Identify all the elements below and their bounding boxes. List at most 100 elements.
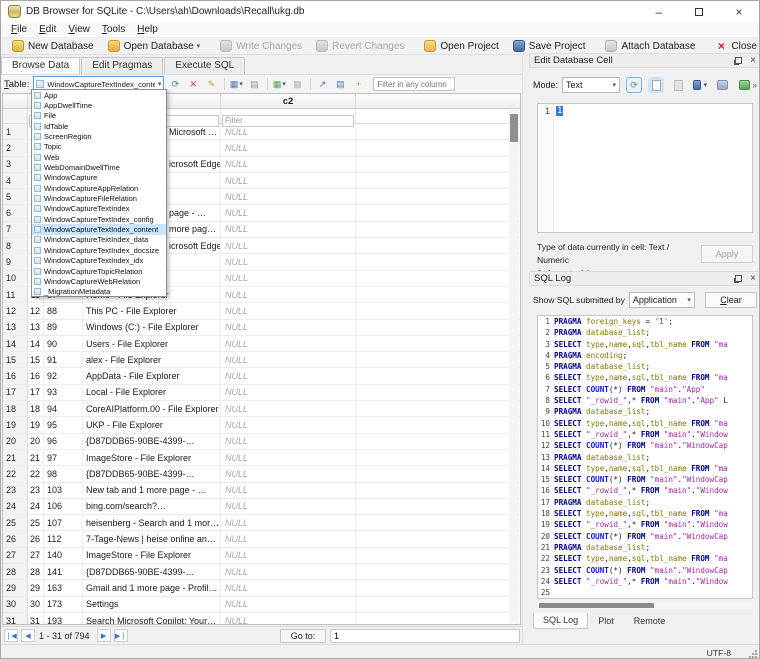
grid-cell[interactable]: Search Microsoft Copilot: Your…	[83, 613, 221, 625]
grid-cell[interactable]: CoreAIPlatform.00 - File Explorer	[83, 401, 221, 416]
next-page-button[interactable]: ▶	[97, 629, 111, 642]
grid-cell[interactable]: NULL	[221, 205, 356, 220]
grid-cell[interactable]: 92	[44, 368, 83, 383]
row-number[interactable]: 30	[3, 597, 28, 612]
row-number[interactable]: 28	[3, 564, 28, 579]
close-button[interactable]: ×	[719, 1, 759, 22]
refresh-icon[interactable]: ⟳	[168, 77, 182, 91]
grid-cell[interactable]: 28	[28, 564, 44, 579]
grid-cell[interactable]: {D87DDB65-90BE-4399-…	[83, 564, 221, 579]
grid-cell[interactable]: ImageStore - File Explorer	[83, 450, 221, 465]
grid-cell[interactable]: AppData - File Explorer	[83, 368, 221, 383]
first-page-button[interactable]: ❘◀	[4, 629, 18, 642]
grid-cell[interactable]: 7-Tage-News | heise online an…	[83, 531, 221, 546]
row-number[interactable]: 16	[3, 368, 28, 383]
row-number[interactable]: 22	[3, 466, 28, 481]
dropdown-item[interactable]: IdTable	[32, 121, 166, 131]
row-number[interactable]: 26	[3, 531, 28, 546]
menu-item-view[interactable]: View	[62, 23, 96, 36]
dropdown-item[interactable]: WindowCaptureFileRelation	[32, 193, 166, 203]
grid-cell[interactable]: 193	[44, 613, 83, 625]
dropdown-item[interactable]: Topic	[32, 142, 166, 152]
grid-vertical-scrollbar[interactable]	[509, 110, 519, 623]
grid-cell[interactable]: 16	[28, 368, 44, 383]
dropdown-item[interactable]: WindowCaptureTextIndex_idx	[32, 256, 166, 266]
grid-cell[interactable]: NULL	[221, 580, 356, 595]
dropdown-item[interactable]: WindowCaptureWebRelation	[32, 276, 166, 286]
grid-cell[interactable]: NULL	[221, 140, 356, 155]
grid-cell[interactable]: 112	[44, 531, 83, 546]
grid-cell[interactable]: {D87DDB65-90BE-4399-…	[83, 466, 221, 481]
grid-cell[interactable]: NULL	[221, 157, 356, 172]
grid-cell[interactable]: UKP - File Explorer	[83, 417, 221, 432]
grid-cell[interactable]: NULL	[221, 222, 356, 237]
row-number[interactable]: 10	[3, 271, 28, 286]
tab-execute-sql[interactable]: Execute SQL	[164, 57, 245, 74]
grid-cell[interactable]: 21	[28, 450, 44, 465]
grid-cell[interactable]: Local - File Explorer	[83, 385, 221, 400]
grid-cell[interactable]: NULL	[221, 417, 356, 432]
grid-cell[interactable]: bing.com/search?…	[83, 499, 221, 514]
grid-cell[interactable]: Gmail and 1 more page - Profil…	[83, 580, 221, 595]
grid-cell[interactable]: NULL	[221, 271, 356, 286]
encoding-indicator[interactable]: UTF-8	[707, 648, 731, 658]
grid-cell[interactable]: This PC - File Explorer	[83, 303, 221, 318]
grid-cell[interactable]: 24	[28, 499, 44, 514]
last-page-button[interactable]: ▶❘	[114, 629, 128, 642]
grid-cell[interactable]: 93	[44, 385, 83, 400]
row-number[interactable]: 25	[3, 515, 28, 530]
dock-tab-sql-log[interactable]: SQL Log	[533, 613, 588, 629]
grid-cell[interactable]: 91	[44, 352, 83, 367]
grid-cell[interactable]: 23	[28, 483, 44, 498]
pane-splitter[interactable]	[522, 57, 529, 644]
new-database-button[interactable]: New Database	[5, 39, 101, 54]
grid-cell[interactable]: 25	[28, 515, 44, 530]
row-number[interactable]: 11	[3, 287, 28, 302]
grid-cell[interactable]: NULL	[221, 124, 356, 139]
grid-cell[interactable]: NULL	[221, 401, 356, 416]
dropdown-item[interactable]: WindowCaptureTextIndex_content	[32, 224, 166, 234]
maximize-button[interactable]	[679, 1, 719, 22]
menu-item-file[interactable]: File	[5, 23, 33, 36]
save-cell-icon[interactable]: ▾	[692, 77, 708, 93]
grid-cell[interactable]: NULL	[221, 450, 356, 465]
scrollbar-thumb[interactable]	[510, 114, 518, 142]
row-number[interactable]: 8	[3, 238, 28, 253]
dropdown-item[interactable]: App	[32, 90, 166, 100]
grid-cell[interactable]: Windows (C:) - File Explorer	[83, 320, 221, 335]
grid-cell[interactable]: NULL	[221, 499, 356, 514]
grid-cell[interactable]: heisenberg - Search and 1 mor…	[83, 515, 221, 530]
row-number[interactable]: 2	[3, 140, 28, 155]
grid-cell[interactable]: 140	[44, 548, 83, 563]
grid-cell[interactable]: alex - File Explorer	[83, 352, 221, 367]
grid-cell[interactable]: Settings	[83, 597, 221, 612]
row-number[interactable]: 19	[3, 417, 28, 432]
grid-cell[interactable]: NULL	[221, 320, 356, 335]
grid-cell[interactable]: New tab and 1 more page - …	[83, 483, 221, 498]
grid-cell[interactable]: NULL	[221, 238, 356, 253]
grid-cell[interactable]: 106	[44, 499, 83, 514]
show-sql-combobox[interactable]: Application ▾	[629, 292, 695, 308]
grid-cell[interactable]: 18	[28, 401, 44, 416]
grid-cell[interactable]: NULL	[221, 368, 356, 383]
dropdown-item[interactable]: WindowCapture	[32, 173, 166, 183]
open-project-button[interactable]: Open Project	[417, 39, 505, 54]
row-number[interactable]: 14	[3, 336, 28, 351]
text-mode-icon[interactable]	[648, 77, 664, 93]
row-number[interactable]: 29	[3, 580, 28, 595]
grid-cell[interactable]: 98	[44, 466, 83, 481]
dropdown-item[interactable]: WindowCaptureTextIndex	[32, 204, 166, 214]
row-number[interactable]: 4	[3, 173, 28, 188]
grid-cell[interactable]: 20	[28, 434, 44, 449]
menu-item-edit[interactable]: Edit	[33, 23, 62, 36]
grid-cell[interactable]: {D87DDB65-90BE-4399-…	[83, 434, 221, 449]
grid-cell[interactable]: NULL	[221, 434, 356, 449]
tab-edit-pragmas[interactable]: Edit Pragmas	[81, 57, 163, 74]
scrollbar-thumb[interactable]	[539, 603, 654, 608]
dropdown-item[interactable]: WindowCaptureTextIndex_docsize	[32, 245, 166, 255]
row-number[interactable]: 9	[3, 254, 28, 269]
dropdown-item[interactable]: WebDomainDwellTime	[32, 162, 166, 172]
dropdown-item[interactable]: WindowCaptureTextIndex_data	[32, 235, 166, 245]
dropdown-item[interactable]: File	[32, 111, 166, 121]
row-number[interactable]: 7	[3, 222, 28, 237]
